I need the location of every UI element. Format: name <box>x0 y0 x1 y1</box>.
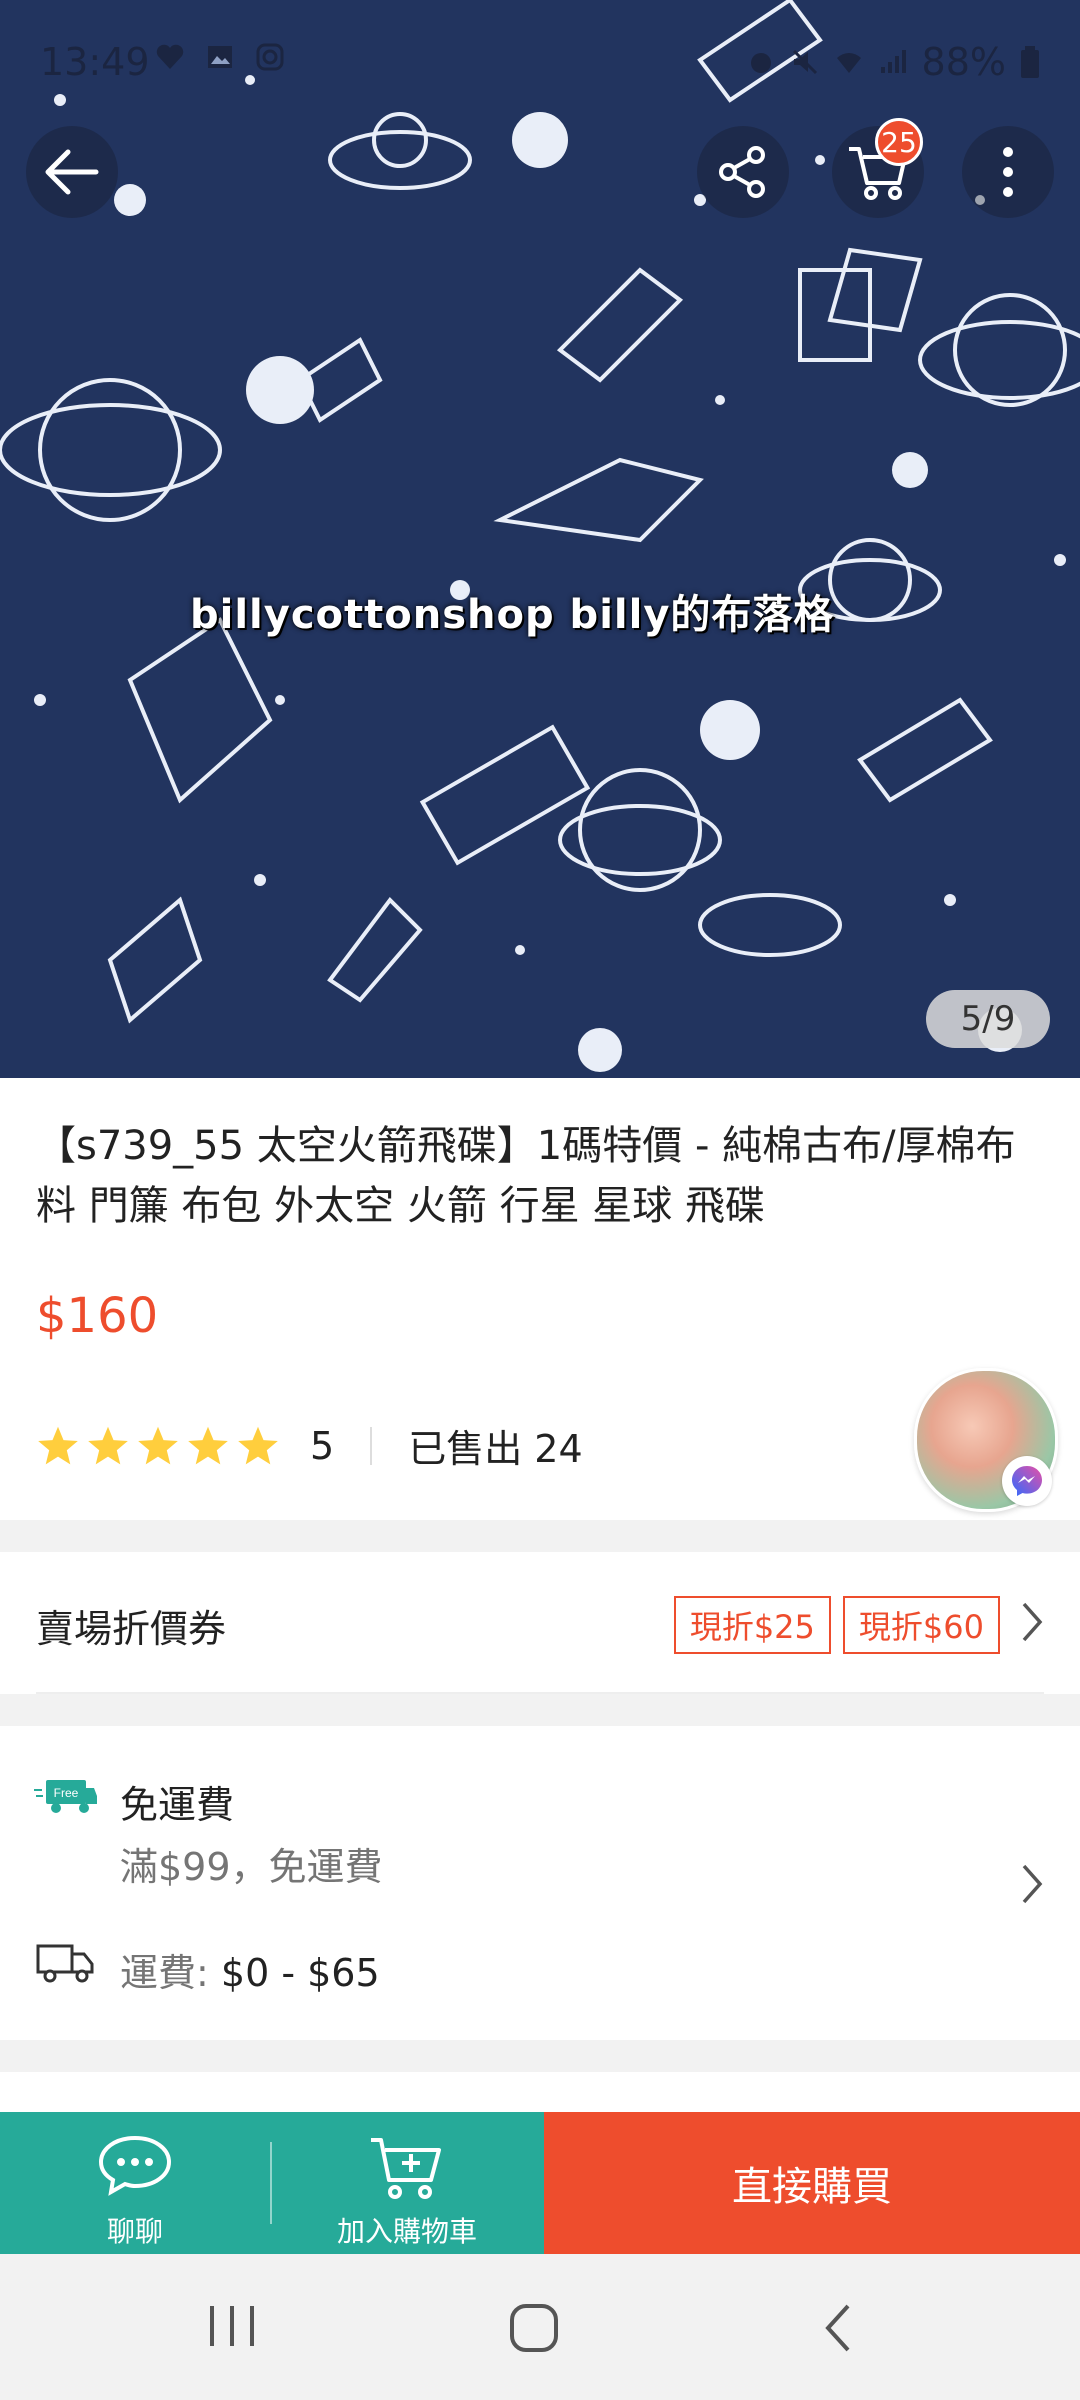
battery-icon <box>1021 46 1039 78</box>
cart-count-badge: 25 <box>875 118 923 166</box>
product-info-section: 【s739_55 太空火箭飛碟】1碼特價 - 純棉古布/厚棉布料 門簾 布包 外… <box>0 1078 1080 1520</box>
back-button[interactable] <box>26 126 118 218</box>
image-counter: 5/9 <box>926 990 1050 1048</box>
rating-stars <box>36 1424 280 1468</box>
product-title: 【s739_55 太空火箭飛碟】1碼特價 - 純棉古布/厚棉布料 門簾 布包 外… <box>36 1123 1016 1229</box>
wifi-icon <box>836 53 861 73</box>
back-nav-icon[interactable] <box>818 2302 858 2354</box>
star-icon <box>88 1426 128 1464</box>
recent-apps-icon[interactable] <box>206 2302 258 2350</box>
status-bar: 13:49 88% <box>0 0 1080 120</box>
system-nav-bar <box>0 2254 1080 2400</box>
share-button[interactable] <box>697 126 789 218</box>
buy-now-button[interactable]: 直接購買 <box>544 2112 1080 2254</box>
more-vertical-icon <box>1003 147 1013 197</box>
add-to-cart-button[interactable]: 加入購物車 <box>270 2112 544 2254</box>
alarm-icon <box>750 53 771 73</box>
chevron-right-icon <box>1022 1864 1043 1904</box>
product-price: $160 <box>36 1288 159 1344</box>
voucher-tag: 現折$25 <box>673 1596 831 1654</box>
voucher-label: 賣場折價券 <box>36 1607 227 1651</box>
free-shipping-title: 免運費 <box>120 1783 235 1827</box>
product-image[interactable]: 13:49 88% 25 billycottonshop billy的布落格 5… <box>0 0 1080 1078</box>
star-icon <box>238 1426 278 1464</box>
chat-button[interactable]: 聊聊 <box>0 2112 270 2254</box>
divider <box>370 1426 373 1465</box>
sold-count: 已售出 24 <box>408 1427 583 1471</box>
chat-label: 聊聊 <box>106 2215 163 2248</box>
shop-voucher-row[interactable]: 賣場折價券 現折$25 現折$60 <box>0 1552 1080 1694</box>
chat-icon <box>98 2135 172 2196</box>
shipping-section[interactable]: Free 免運費 滿$99，免運費 運費: $0 - $65 <box>0 1726 1080 2040</box>
star-icon <box>188 1426 228 1464</box>
arrow-left-icon <box>45 149 99 195</box>
image-watermark: billycottonshop billy的布落格 <box>190 592 835 638</box>
star-icon <box>38 1426 78 1464</box>
divider <box>36 1692 1044 1694</box>
star-icon <box>138 1426 178 1464</box>
heart-icon <box>156 44 184 69</box>
battery-percent: 88% <box>921 40 1006 84</box>
signal-icon <box>880 50 906 73</box>
image-icon <box>208 46 232 68</box>
free-shipping-icon: Free <box>34 1780 97 1813</box>
rating-value: 5 <box>310 1423 335 1468</box>
add-to-cart-icon <box>371 2138 441 2199</box>
free-shipping-condition: 滿$99，免運費 <box>120 1845 383 1889</box>
rating-row[interactable]: 5 已售出 24 <box>36 1418 583 1473</box>
next-section <box>0 2072 1080 2112</box>
instagram-icon <box>256 43 284 71</box>
messenger-icon[interactable] <box>1002 1456 1052 1506</box>
shipping-fee: 運費: $0 - $65 <box>120 1951 380 1995</box>
truck-icon <box>36 1944 94 1983</box>
share-icon <box>719 146 765 198</box>
chevron-right-icon <box>1022 1602 1043 1642</box>
mute-icon <box>792 49 817 75</box>
voucher-tag: 現折$60 <box>842 1596 1000 1654</box>
divider <box>270 2142 272 2224</box>
status-time: 13:49 <box>40 40 150 84</box>
bottom-action-bar: 聊聊 加入購物車 直接購買 <box>0 2112 1080 2254</box>
more-options-button[interactable] <box>962 126 1054 218</box>
add-to-cart-label: 加入購物車 <box>336 2215 477 2248</box>
svg-text:Free: Free <box>54 1786 79 1800</box>
home-icon[interactable] <box>508 2302 560 2354</box>
